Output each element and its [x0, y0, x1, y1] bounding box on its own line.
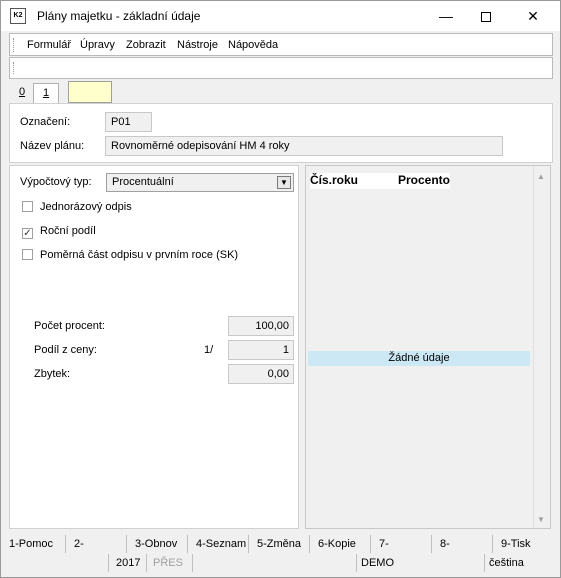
fkey-2[interactable]: 2- — [70, 535, 127, 553]
calc-type-label: Výpočtový typ: — [20, 176, 92, 188]
fkey-7[interactable]: 7- — [375, 535, 432, 553]
tab-1[interactable]: 1 — [33, 83, 59, 103]
status-year: 2017 — [109, 554, 147, 572]
toolbar-grip-handle[interactable] — [13, 62, 15, 74]
plan-name-label: Název plánu: — [20, 140, 85, 152]
percent-count-field[interactable]: 100,00 — [228, 316, 294, 336]
price-share-prefix: 1/ — [204, 344, 214, 356]
title-bar: K2 Plány majetku - základní údaje — ✕ — [1, 1, 560, 31]
scroll-up-icon[interactable]: ▲ — [537, 172, 545, 181]
maximize-icon — [481, 12, 491, 23]
checkmark-icon[interactable]: ✓ — [22, 228, 33, 239]
code-label: Označení: — [20, 116, 71, 128]
minimize-icon: — — [439, 8, 453, 24]
fkey-8[interactable]: 8- — [436, 535, 493, 553]
close-button[interactable]: ✕ — [510, 1, 556, 31]
chevron-down-icon[interactable]: ▼ — [277, 176, 291, 189]
status-language: čeština — [489, 557, 524, 569]
toolbar — [9, 57, 553, 79]
price-share-label: Podíl z ceny: — [34, 344, 97, 356]
checkbox-label: Poměrná část odpisu v prvním roce (SK) — [40, 249, 239, 261]
menu-zobrazit[interactable]: Zobrazit — [126, 39, 166, 51]
menu-napoveda[interactable]: Nápověda — [228, 39, 278, 51]
calc-type-value: Procentuální — [112, 176, 174, 188]
fkey-5[interactable]: 5-Změna — [253, 535, 310, 553]
app-logo-icon: K2 — [10, 8, 26, 24]
plan-name-field[interactable]: Rovnoměrné odepisování HM 4 roky — [105, 136, 503, 156]
status-bar: 2017 PŘES DEMO čeština — [5, 554, 557, 572]
code-field[interactable]: P01 — [105, 112, 152, 132]
calc-panel: Výpočtový typ: Procentuální ▼ Jednorázov… — [9, 165, 299, 529]
close-icon: ✕ — [527, 8, 539, 24]
checkbox-label: Jednorázový odpis — [40, 201, 132, 213]
checkbox-proportional[interactable]: Poměrná část odpisu v prvním roce (SK) — [22, 249, 238, 261]
fkey-3[interactable]: 3-Obnov — [131, 535, 188, 553]
status-empty-cell — [193, 554, 357, 572]
calc-type-select[interactable]: Procentuální ▼ — [106, 173, 294, 192]
checkbox-box[interactable] — [22, 249, 33, 260]
tab-0[interactable]: 0 — [13, 83, 31, 103]
status-overwrite-mode: PŘES — [147, 554, 193, 572]
status-empty-cell — [5, 554, 109, 572]
window-title: Plány majetku - základní údaje — [37, 9, 201, 23]
column-header-year[interactable]: Čís.roku — [310, 173, 358, 187]
menu-formular[interactable]: Formulář — [27, 39, 71, 51]
fkey-1[interactable]: 1-Pomoc — [5, 535, 66, 553]
status-database: DEMO — [357, 554, 485, 572]
tab-highlight-box[interactable] — [68, 81, 112, 103]
fkey-9[interactable]: 9-Tisk — [497, 535, 555, 553]
column-header-percent[interactable]: Procento — [398, 173, 450, 187]
remainder-label: Zbytek: — [34, 368, 71, 380]
percent-count-label: Počet procent: — [34, 320, 105, 332]
menu-bar: Formulář Úpravy Zobrazit Nástroje Nápově… — [9, 33, 553, 56]
scroll-down-icon[interactable]: ▼ — [537, 515, 545, 524]
remainder-field[interactable]: 0,00 — [228, 364, 294, 384]
app-window: K2 Plány majetku - základní údaje — ✕ Fo… — [0, 0, 561, 578]
fkey-6[interactable]: 6-Kopie — [314, 535, 371, 553]
grid-scrollbar[interactable]: ▲ ▼ — [533, 166, 550, 528]
checkbox-annual-share[interactable]: ✓ Roční podíl — [22, 225, 96, 239]
years-grid[interactable]: Čís.roku Procento Žádné údaje ▲ ▼ — [305, 165, 551, 529]
grid-header-row: Čís.roku Procento — [310, 173, 450, 189]
checkbox-box[interactable] — [22, 201, 33, 212]
function-key-bar: 1-Pomoc 2- 3-Obnov 4-Seznam 5-Změna 6-Ko… — [5, 535, 557, 553]
checkbox-label: Roční podíl — [40, 225, 96, 237]
header-panel: Označení: P01 Název plánu: Rovnoměrné od… — [9, 103, 553, 163]
price-share-field[interactable]: 1 — [228, 340, 294, 360]
maximize-button[interactable] — [463, 1, 509, 31]
menu-upravy[interactable]: Úpravy — [80, 39, 115, 51]
checkbox-one-time[interactable]: Jednorázový odpis — [22, 201, 132, 213]
grid-empty-row: Žádné údaje — [308, 351, 530, 366]
menu-grip-handle[interactable] — [13, 38, 15, 52]
fkey-4[interactable]: 4-Seznam — [192, 535, 249, 553]
menu-nastroje[interactable]: Nástroje — [177, 39, 218, 51]
